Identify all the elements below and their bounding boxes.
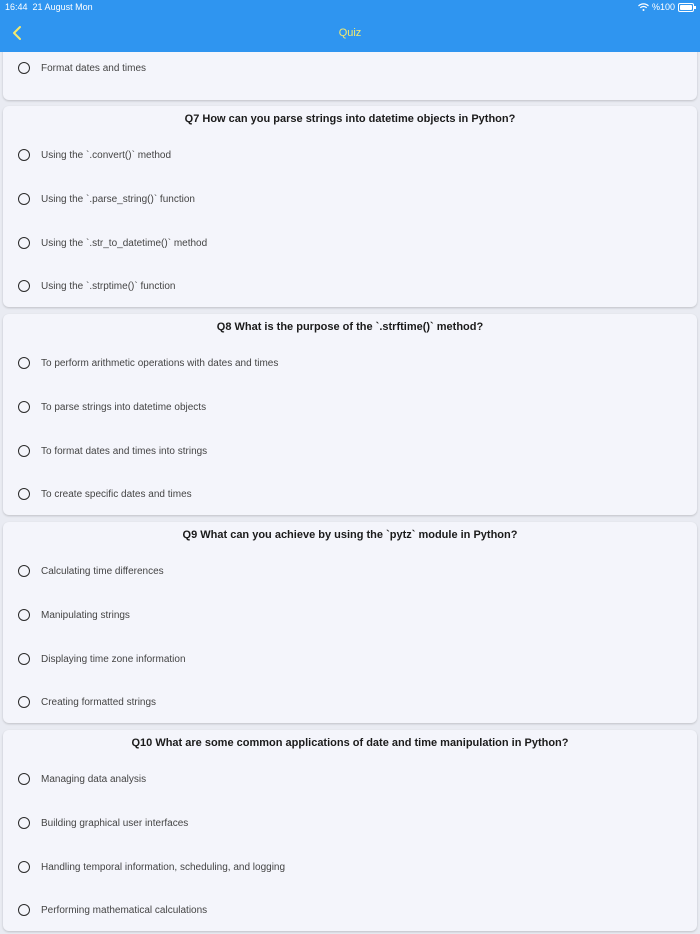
app-header: 16:44 21 August Mon %100 Quiz — [0, 0, 700, 52]
radio-button-icon[interactable] — [18, 62, 30, 74]
answer-label: Using the `.str_to_datetime()` method — [41, 237, 208, 249]
radio-button-icon[interactable] — [18, 357, 30, 369]
page-title: Quiz — [338, 27, 362, 39]
radio-button-icon[interactable] — [18, 488, 30, 500]
answer-option[interactable]: To perform arithmetic operations with da… — [18, 353, 278, 373]
answer-label: To parse strings into datetime objects — [41, 401, 207, 413]
status-date: 21 August Mon — [32, 2, 93, 12]
answer-label: Managing data analysis — [41, 773, 147, 785]
radio-button-icon[interactable] — [18, 653, 30, 665]
question-title: Q8 What is the purpose of the `.strftime… — [216, 321, 484, 333]
answer-label: Handling temporal information, schedulin… — [41, 861, 286, 873]
status-time: 16:44 21 August Mon — [5, 2, 93, 12]
answer-label: Building graphical user interfaces — [41, 817, 189, 829]
answer-label: Using the `.convert()` method — [41, 149, 172, 161]
quiz-list[interactable]: Format dates and times Q7 How can you pa… — [0, 52, 700, 934]
answer-option[interactable]: Performing mathematical calculations — [18, 900, 207, 920]
radio-button-icon[interactable] — [18, 237, 30, 249]
answer-label: Using the `.parse_string()` function — [41, 193, 195, 205]
question-title: Q9 What can you achieve by using the `py… — [182, 529, 518, 541]
question-card: Q9 What can you achieve by using the `py… — [3, 522, 697, 723]
answer-label: Performing mathematical calculations — [41, 904, 208, 916]
wifi-icon — [638, 3, 649, 11]
radio-button-icon[interactable] — [18, 696, 30, 708]
radio-button-icon[interactable] — [18, 193, 30, 205]
answer-option[interactable]: Handling temporal information, schedulin… — [18, 857, 285, 877]
status-indicators: %100 — [638, 2, 696, 12]
answer-option[interactable]: Creating formatted strings — [18, 692, 156, 712]
answer-label: Manipulating strings — [41, 609, 130, 621]
answer-label: Format dates and times — [41, 62, 147, 74]
radio-button-icon[interactable] — [18, 149, 30, 161]
answer-option[interactable]: Managing data analysis — [18, 769, 146, 789]
answer-option[interactable]: Using the `.strptime()` function — [18, 276, 176, 296]
status-clock: 16:44 — [5, 2, 28, 12]
radio-button-icon[interactable] — [18, 280, 30, 292]
radio-button-icon[interactable] — [18, 609, 30, 621]
radio-button-icon[interactable] — [18, 817, 30, 829]
battery-percent: %100 — [651, 2, 675, 12]
question-title: Q7 How can you parse strings into dateti… — [184, 113, 516, 125]
answer-option[interactable]: Calculating time differences — [18, 561, 164, 581]
question-card: Q10 What are some common applications of… — [3, 730, 697, 931]
question-card: Q7 How can you parse strings into dateti… — [3, 106, 697, 307]
battery-icon — [678, 2, 696, 12]
question-title: Q10 What are some common applications of… — [131, 737, 569, 749]
answer-option[interactable]: Manipulating strings — [18, 605, 130, 625]
answer-option[interactable]: Format dates and times — [18, 58, 146, 78]
answer-option[interactable]: To parse strings into datetime objects — [18, 397, 206, 417]
answer-option[interactable]: Using the `.convert()` method — [18, 145, 171, 165]
answer-label: Calculating time differences — [41, 565, 164, 577]
answer-option[interactable]: Building graphical user interfaces — [18, 813, 188, 833]
radio-button-icon[interactable] — [18, 565, 30, 577]
answer-option[interactable]: Using the `.parse_string()` function — [18, 189, 195, 209]
radio-button-icon[interactable] — [18, 401, 30, 413]
answer-label: To perform arithmetic operations with da… — [41, 357, 279, 369]
radio-button-icon[interactable] — [18, 904, 30, 916]
answer-label: Using the `.strptime()` function — [41, 280, 176, 292]
question-card: Format dates and times — [3, 52, 697, 100]
answer-option[interactable]: To create specific dates and times — [18, 484, 192, 504]
answer-option[interactable]: To format dates and times into strings — [18, 441, 207, 461]
answer-label: To format dates and times into strings — [41, 445, 208, 457]
answer-label: Displaying time zone information — [41, 653, 186, 665]
radio-button-icon[interactable] — [18, 445, 30, 457]
radio-button-icon[interactable] — [18, 861, 30, 873]
answer-option[interactable]: Displaying time zone information — [18, 649, 186, 669]
answer-option[interactable]: Using the `.str_to_datetime()` method — [18, 233, 207, 253]
answer-label: Creating formatted strings — [41, 696, 157, 708]
question-card: Q8 What is the purpose of the `.strftime… — [3, 314, 697, 515]
radio-button-icon[interactable] — [18, 773, 30, 785]
answer-label: To create specific dates and times — [41, 488, 192, 500]
